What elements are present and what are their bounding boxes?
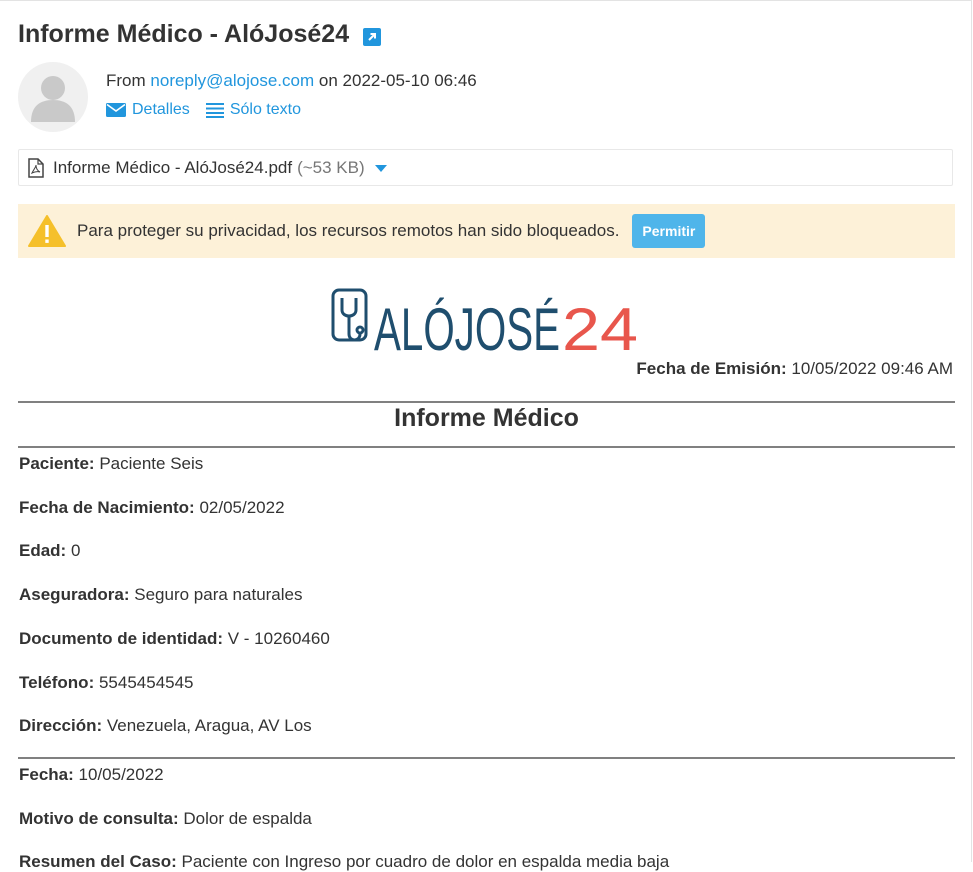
patient-field: Paciente: Paciente Seis (19, 454, 204, 473)
allow-remote-button[interactable]: Permitir (632, 214, 706, 248)
clinic-logo: ALÓJOSÉ 24 (330, 272, 642, 363)
email-subject: Informe Médico - AlóJosé24 (18, 20, 382, 49)
divider (18, 446, 955, 448)
logo-number: 24 (562, 296, 638, 356)
id-document-field: Documento de identidad: V - 10260460 (19, 629, 330, 648)
details-link[interactable]: Detalles (106, 101, 190, 119)
report-title: Informe Médico (394, 404, 579, 432)
open-external-icon[interactable] (363, 27, 382, 46)
attachment-item[interactable]: Informe Médico - AlóJosé24.pdf (~53 KB) (18, 149, 953, 186)
consult-date-field: Fecha: 10/05/2022 (19, 765, 164, 784)
envelope-icon (106, 103, 126, 117)
privacy-banner: Para proteger su privacidad, los recurso… (18, 204, 955, 258)
sender-line: From noreply@alojose.com on 2022-05-10 0… (106, 71, 477, 90)
insurer-field: Aseguradora: Seguro para naturales (19, 585, 303, 604)
warning-icon (28, 215, 66, 247)
birthdate-field: Fecha de Nacimiento: 02/05/2022 (19, 498, 285, 517)
stethoscope-icon (331, 288, 368, 342)
subject-text: Informe Médico - AlóJosé24 (18, 20, 350, 48)
reason-field: Motivo de consulta: Dolor de espalda (19, 809, 312, 828)
privacy-message: Para proteger su privacidad, los recurso… (77, 221, 620, 240)
pdf-file-icon (28, 157, 44, 178)
issue-date: Fecha de Emisión: 10/05/2022 09:46 AM (636, 359, 953, 378)
phone-field: Teléfono: 5545454545 (19, 673, 194, 692)
sender-email-link[interactable]: noreply@alojose.com (150, 71, 314, 90)
attachment-menu-caret-icon[interactable] (374, 165, 387, 172)
plain-text-link[interactable]: Sólo texto (205, 101, 301, 119)
logo-wordmark: ALÓJOSÉ (374, 296, 560, 356)
age-field: Edad: 0 (19, 541, 81, 560)
address-field: Dirección: Venezuela, Aragua, AV Los (19, 716, 312, 735)
message-actions: Detalles Sólo texto (106, 101, 301, 119)
case-summary-field: Resumen del Caso: Paciente con Ingreso p… (19, 852, 670, 871)
attachment-size: (~53 KB) (297, 157, 365, 177)
attachment-name: Informe Médico - AlóJosé24.pdf (53, 157, 293, 177)
divider (18, 401, 955, 403)
email-date: 2022-05-10 06:46 (342, 71, 477, 90)
divider (18, 757, 955, 759)
lines-icon (205, 103, 224, 118)
sender-avatar (18, 62, 88, 132)
